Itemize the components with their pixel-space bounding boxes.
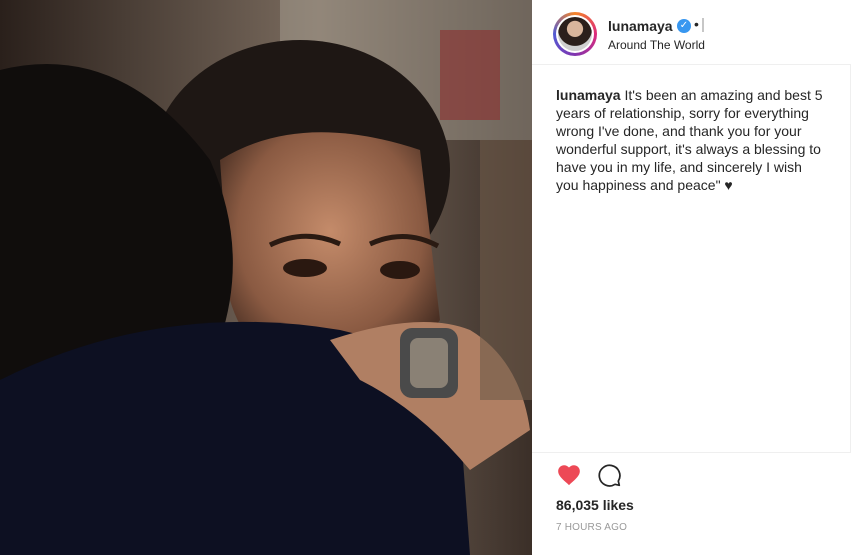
caption-username[interactable]: lunamaya — [556, 87, 621, 103]
location-link[interactable]: Around The World — [608, 38, 705, 52]
post-panel: lunamaya ✓ • Around The World lunamaya I… — [532, 0, 851, 555]
likes-count[interactable]: 86,035 likes — [556, 497, 634, 513]
verified-badge-icon: ✓ — [677, 19, 691, 33]
avatar[interactable] — [553, 12, 597, 56]
post-header: lunamaya ✓ • Around The World — [532, 0, 851, 65]
caption: lunamaya It's been an amazing and best 5… — [556, 86, 828, 194]
post-photo[interactable] — [0, 0, 532, 555]
avatar-image — [558, 17, 592, 51]
separator-dot: • — [694, 16, 699, 32]
heart-icon[interactable] — [556, 462, 582, 488]
comment-icon[interactable] — [596, 462, 622, 488]
actions-divider — [532, 452, 851, 453]
follow-button[interactable] — [702, 18, 704, 32]
post-timestamp[interactable]: 7 HOURS AGO — [556, 522, 627, 533]
username-link[interactable]: lunamaya — [608, 18, 673, 34]
photo-illustration — [0, 0, 532, 555]
avatar-frame — [556, 15, 594, 53]
